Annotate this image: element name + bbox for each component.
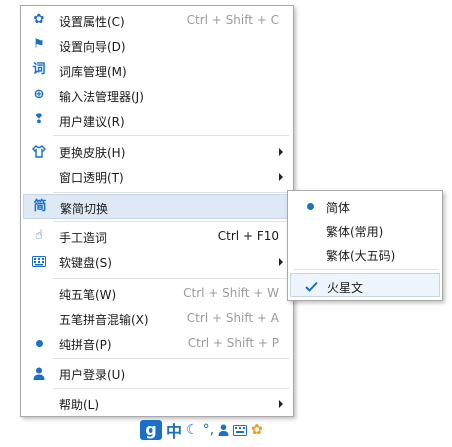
moon-icon[interactable]: ☾ [186,421,199,439]
sogou-logo-icon[interactable]: g [140,420,162,440]
user-icon [31,365,47,381]
menu-item-change-skin[interactable]: 更换皮肤(H) [23,139,291,164]
gear-icon[interactable]: ✿ [251,421,263,439]
menu-item-dictionary[interactable]: 词 词库管理(M) [23,58,291,83]
menu-item-wubi-pinyin-mixed[interactable]: 五笔拼音混输(X) Ctrl + Shift + A [23,306,291,331]
flag-icon: ⚑ [33,37,45,52]
menu-item-pure-pinyin[interactable]: 纯拼音(P) Ctrl + Shift + P [23,331,291,356]
radio-dot-icon [31,335,47,351]
submenu-arrow-icon [279,400,283,408]
menu-item-traditional-simplified[interactable]: 简 繁简切换 [23,194,291,219]
keyboard-icon[interactable] [233,421,248,439]
menu-item-settings[interactable]: ✿ 设置属性(C) Ctrl + Shift + C [23,8,291,33]
menu-separator [53,358,289,359]
menu-item-manual-word[interactable]: ☝ 手工造词 Ctrl + F10 [23,224,291,249]
checkmark-icon [303,278,319,294]
menu-separator [53,388,289,389]
menu-item-window-transparency[interactable]: 窗口透明(T) [23,164,291,189]
submenu-item-traditional-common[interactable]: 繁体(常用) [290,218,440,242]
menu-item-setup-wizard[interactable]: ⚑ 设置向导(D) [23,33,291,58]
dictionary-icon: 词 [32,62,46,77]
menu-item-ime-manager[interactable]: ⊕ 输入法管理器(J) [23,83,291,108]
shirt-icon [31,143,47,159]
context-menu: ✿ 设置属性(C) Ctrl + Shift + C ⚑ 设置向导(D) 词 词… [20,5,294,417]
ime-manager-icon: ⊕ [33,87,45,102]
submenu-traditional-simplified: 简体 繁体(常用) 繁体(大五码) 火星文 [287,190,443,301]
punctuation-icon[interactable]: °, [203,421,214,439]
submenu-arrow-icon [279,173,283,181]
keyboard-icon [31,253,47,269]
menu-item-soft-keyboard[interactable]: 软键盘(S) [23,249,291,274]
menu-item-user-login[interactable]: 用户登录(U) [23,361,291,386]
user-icon[interactable] [218,421,229,439]
chinese-mode-toggle[interactable]: 中 [166,421,182,441]
menu-separator [294,269,438,270]
submenu-item-traditional-big5[interactable]: 繁体(大五码) [290,242,440,266]
menu-separator [53,135,289,136]
menu-item-help[interactable]: 帮助(L) [23,391,291,416]
feedback-user-icon: ❢ [33,112,45,127]
menu-item-pure-wubi[interactable]: 纯五笔(W) Ctrl + Shift + W [23,281,291,306]
submenu-arrow-icon [279,148,283,156]
ime-status-bar: g 中 ☾ °, ✿ [140,419,263,441]
menu-separator [53,278,289,279]
traditional-char-icon: 简 [33,199,47,214]
menu-separator [53,221,289,222]
submenu-arrow-icon [279,258,283,266]
submenu-item-martian[interactable]: 火星文 [290,273,440,297]
submenu-item-simplified[interactable]: 简体 [290,194,440,218]
radio-selected-icon [302,198,318,214]
hand-pointer-icon: ☝ [35,228,43,243]
menu-item-user-feedback[interactable]: ❢ 用户建议(R) [23,108,291,133]
menu-separator [53,192,289,193]
gear-icon: ✿ [33,12,45,27]
